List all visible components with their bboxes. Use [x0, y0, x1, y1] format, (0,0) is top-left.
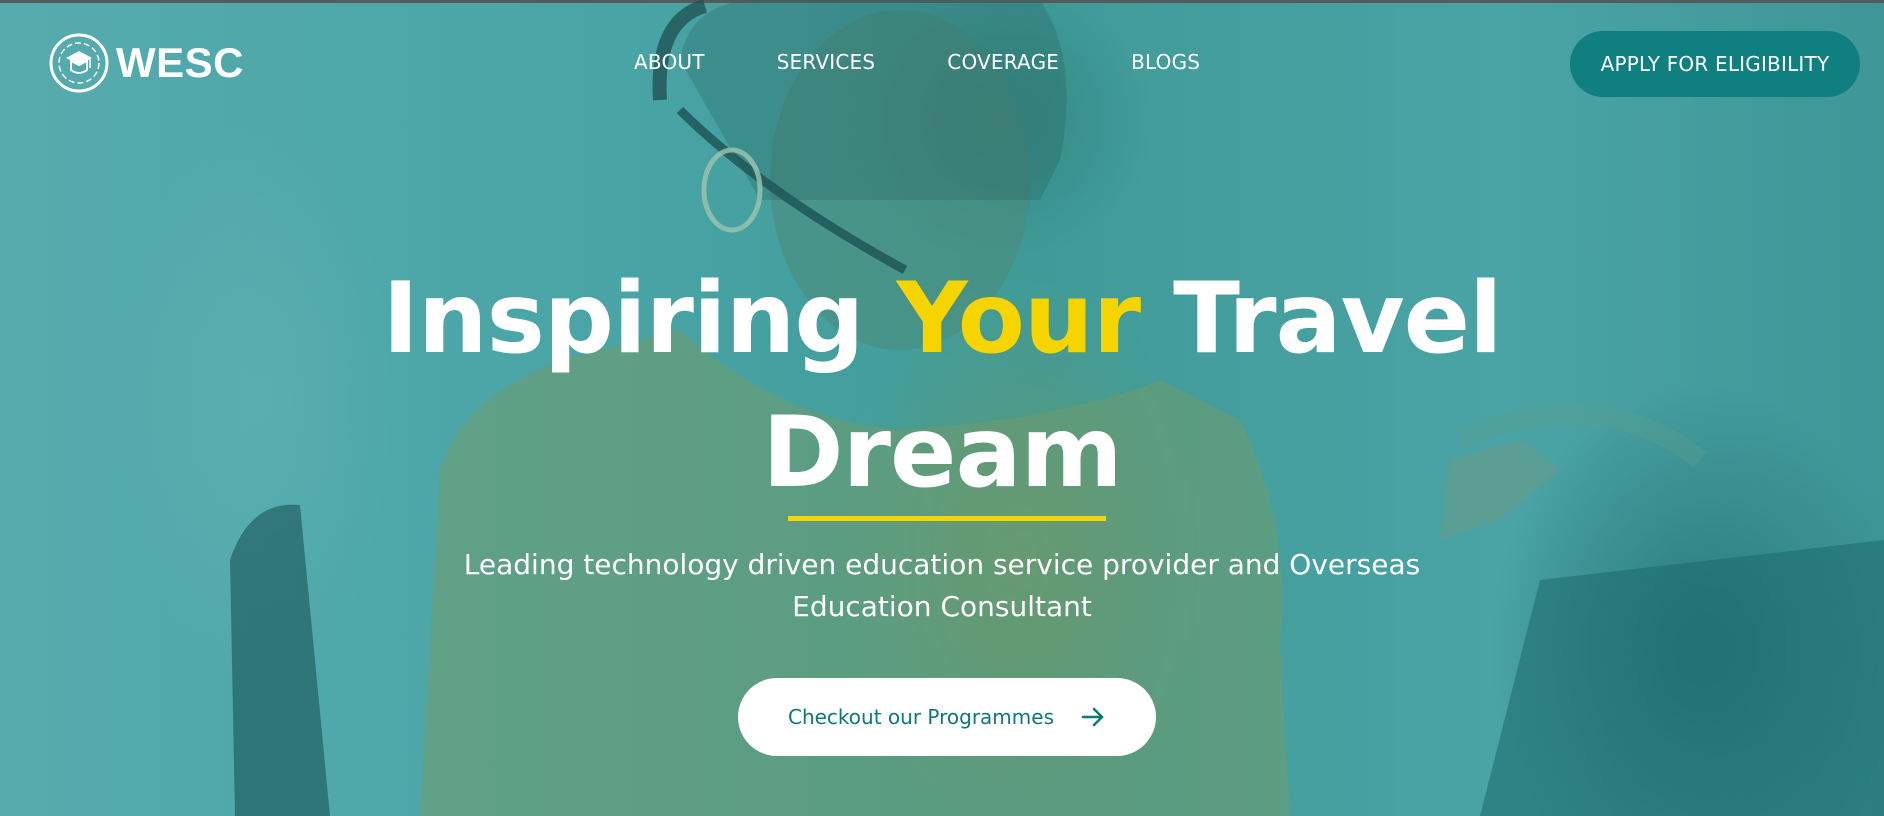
nav-item-about[interactable]: ABOUT	[634, 50, 705, 74]
nav-item-services[interactable]: SERVICES	[777, 50, 876, 74]
headline-text-travel: Travel	[1140, 262, 1502, 376]
hero-section: WESC ABOUT SERVICES COVERAGE BLOGS APPLY…	[0, 0, 1884, 816]
headline-accent-word: Your	[896, 262, 1141, 376]
headline-underline	[788, 516, 1106, 521]
arrow-right-icon	[1081, 707, 1104, 727]
graduation-cap-shield-icon	[49, 33, 109, 93]
main-navigation: ABOUT SERVICES COVERAGE BLOGS	[634, 50, 1200, 74]
checkout-programmes-button[interactable]: Checkout our Programmes	[738, 678, 1156, 756]
checkout-programmes-label: Checkout our Programmes	[787, 705, 1054, 729]
nav-item-coverage[interactable]: COVERAGE	[947, 50, 1059, 74]
headline-line-2: Dream	[762, 396, 1122, 510]
headline-line-1: Inspiring Your Travel	[0, 252, 1884, 386]
hero-subtitle: Leading technology driven education serv…	[463, 548, 1421, 623]
nav-item-blogs[interactable]: BLOGS	[1131, 50, 1200, 74]
headline-text-inspiring: Inspiring	[382, 262, 897, 376]
brand-logo[interactable]: WESC	[48, 32, 244, 94]
brand-name: WESC	[116, 39, 244, 86]
hero-headline: Inspiring Your Travel Dream	[0, 252, 1884, 520]
apply-eligibility-button[interactable]: APPLY FOR ELIGIBILITY	[1570, 31, 1860, 97]
